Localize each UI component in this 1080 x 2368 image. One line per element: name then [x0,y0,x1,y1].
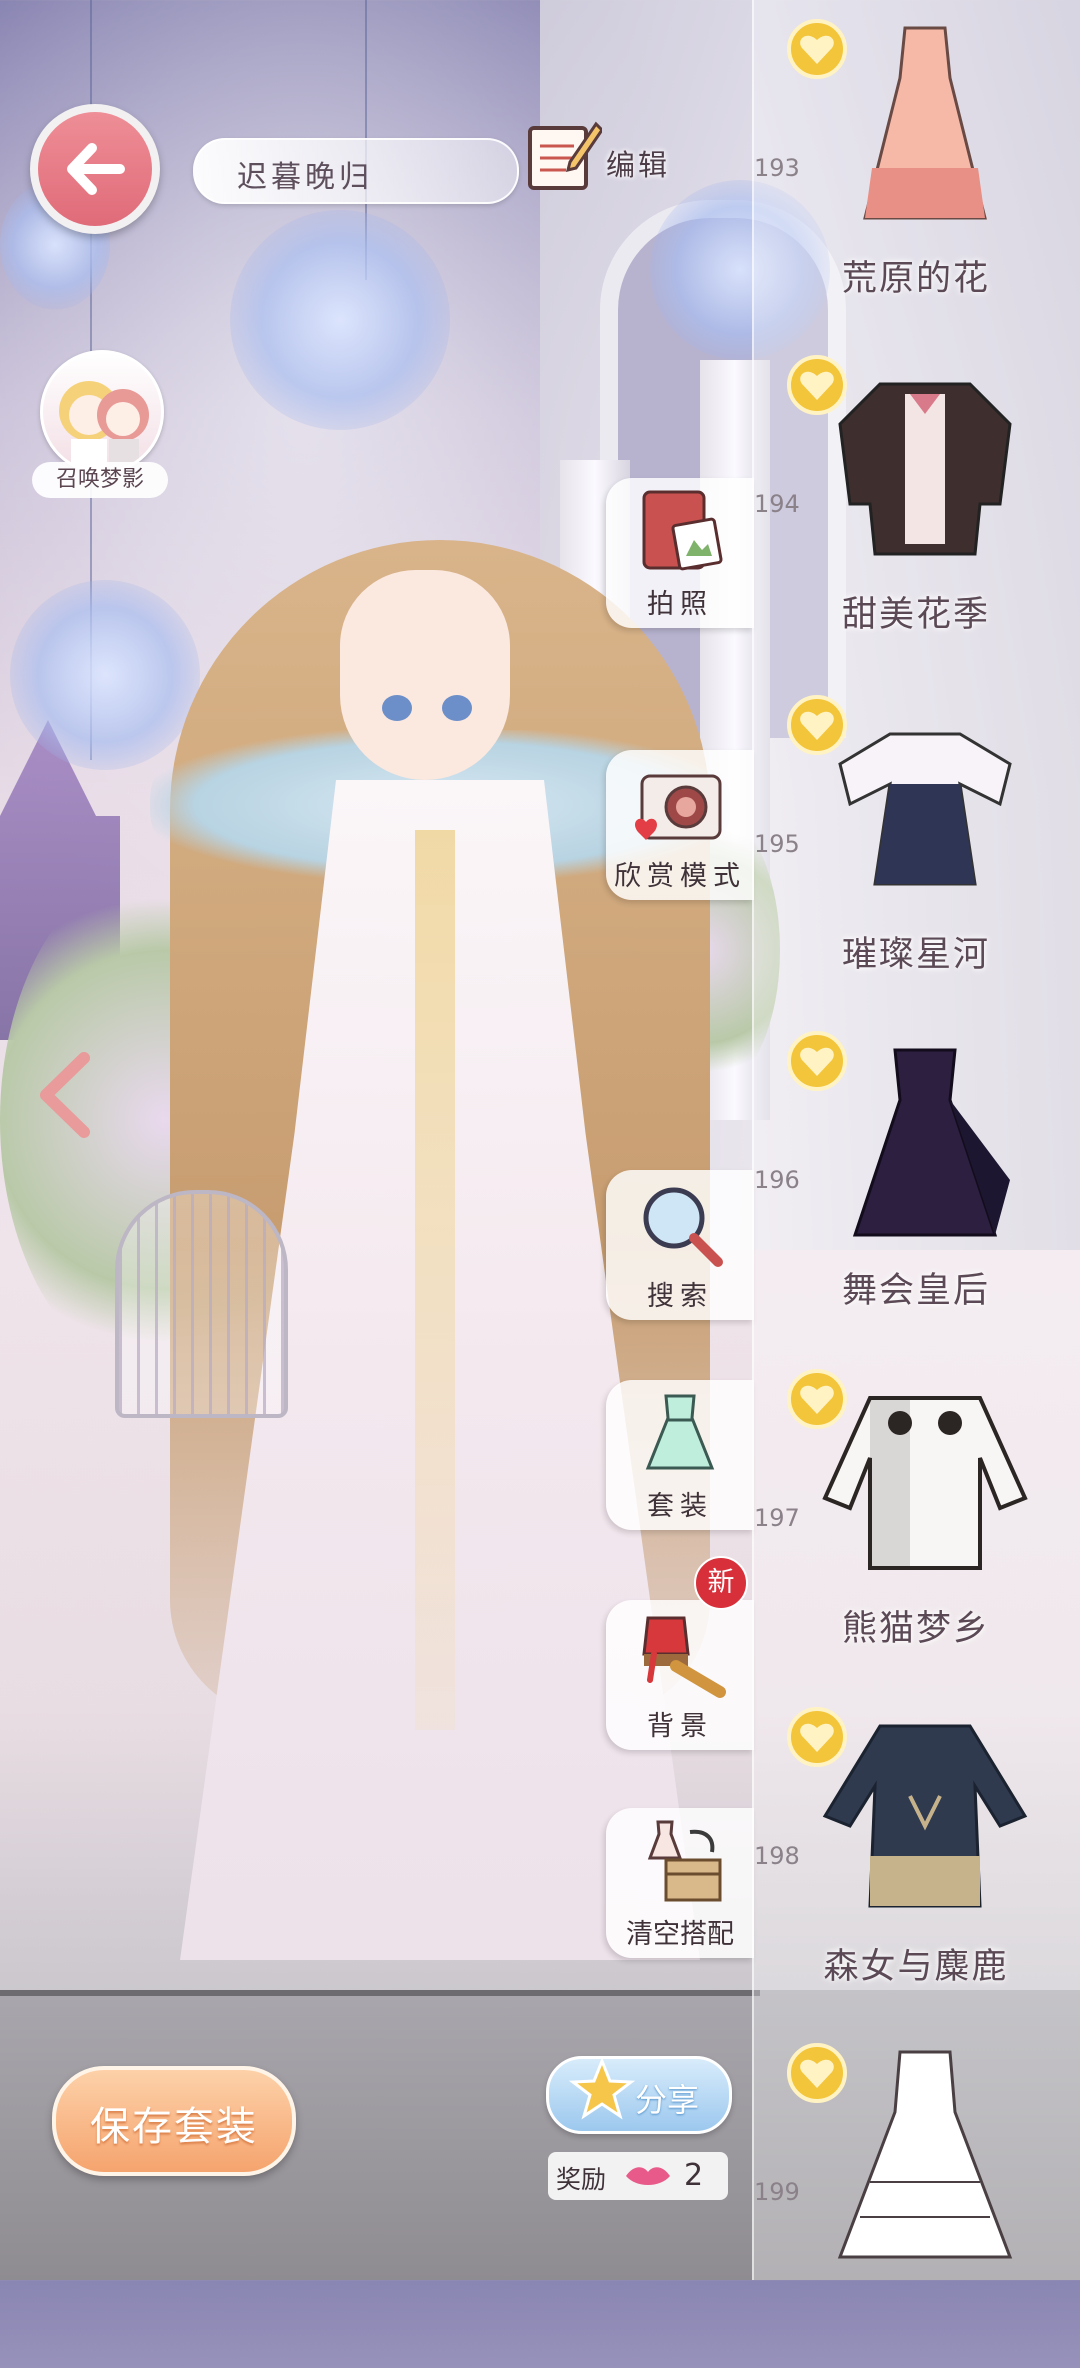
white-gown-item-icon [837,2050,1013,2259]
item-name: 熊猫梦乡 [841,1609,990,1649]
appreciate-mode-button[interactable]: 欣赏模式 [606,750,754,900]
clothing-item[interactable]: 199 [752,2030,1080,2368]
item-number: 199 [754,2178,800,2206]
item-number: 196 [754,1166,800,1194]
back-button[interactable] [30,104,160,234]
chevron-left-icon[interactable] [36,1050,96,1140]
item-number: 194 [754,490,800,518]
reward-count: 2 [684,2158,704,2193]
reward-label: 奖励 [556,2165,607,2194]
sweater-item-icon [822,1724,1028,1908]
photo-album-icon [642,490,723,571]
clothing-item[interactable]: 197 熊猫梦乡 [752,1356,1080,1694]
lips-gem-icon [626,2167,670,2185]
birdcage-prop [115,1190,288,1418]
item-name: 甜美花季 [841,595,990,635]
share-button[interactable]: 分享 [546,2056,732,2134]
chibi-avatar-icon [59,381,149,471]
new-badge: 新 [694,1556,748,1610]
floor-edge [0,1990,760,1996]
notepad-pencil-icon [528,121,602,190]
item-name: 森女与麋鹿 [823,1947,1009,1987]
clear-outfit-button[interactable]: 清空搭配 [606,1808,754,1958]
clothing-item[interactable]: 193 荒原的花 [752,6,1080,344]
side-label: 拍照 [647,589,713,620]
item-number: 195 [754,830,800,858]
edit-label: 编辑 [606,148,671,182]
outfit-name: 迟暮晚归 [237,160,373,195]
share-label: 分享 [635,2081,700,2119]
save-outfit-label: 保存套装 [90,2104,258,2150]
gown-item-icon [852,1048,1010,1237]
item-number: 197 [754,1504,800,1532]
arrow-left-icon [67,143,125,195]
edit-button[interactable]: 编辑 [526,108,686,198]
magnifier-icon [643,1187,723,1267]
side-label: 套装 [647,1491,713,1522]
item-name: 荒原的花 [841,259,990,299]
suit-button[interactable]: 套装 [606,1380,754,1530]
jacket-item-icon [838,382,1012,556]
dress-icon [645,1394,715,1470]
summon-label: 召唤梦影 [32,462,168,498]
clothing-item[interactable]: 196 舞会皇后 [752,1018,1080,1356]
item-name: 璀璨星河 [841,935,990,975]
character-face [340,570,510,780]
save-outfit-button[interactable]: 保存套装 [52,2066,296,2176]
lantern-orb [230,210,450,430]
side-label: 背景 [647,1711,713,1742]
character-eye [382,695,412,721]
outfit-name-field[interactable]: 迟暮晚归 [193,138,519,204]
dress-box-icon [647,1820,722,1902]
star-hand-icon [568,2056,636,2120]
item-name: 舞会皇后 [841,1271,990,1311]
summon-dream-shadow-button[interactable]: 召唤梦影 [30,350,170,510]
character-eye [442,695,472,721]
item-number: 198 [754,1842,800,1870]
reward-indicator: 奖励 2 [548,2152,728,2200]
search-button[interactable]: 搜索 [606,1170,754,1320]
paintbrush-icon [642,1616,726,1698]
camera-heart-icon [635,774,722,840]
photo-button[interactable]: 拍照 [606,478,754,628]
summon-avatar [40,350,164,474]
side-label: 清空搭配 [626,1919,734,1950]
clothing-item[interactable]: 195 璀璨星河 [752,682,1080,1020]
side-label: 欣赏模式 [614,861,746,892]
background-button[interactable]: 背景 [606,1600,754,1750]
side-label: 搜索 [647,1281,713,1312]
dress-item-icon [838,732,1012,886]
clothing-item[interactable]: 198 森女与麋鹿 [752,1694,1080,2032]
character-sash [415,830,455,1730]
clothing-item[interactable]: 194 甜美花季 [752,342,1080,680]
panda-coat-item-icon [822,1396,1028,1570]
item-number: 193 [754,154,800,182]
dress-item-icon [863,26,987,220]
